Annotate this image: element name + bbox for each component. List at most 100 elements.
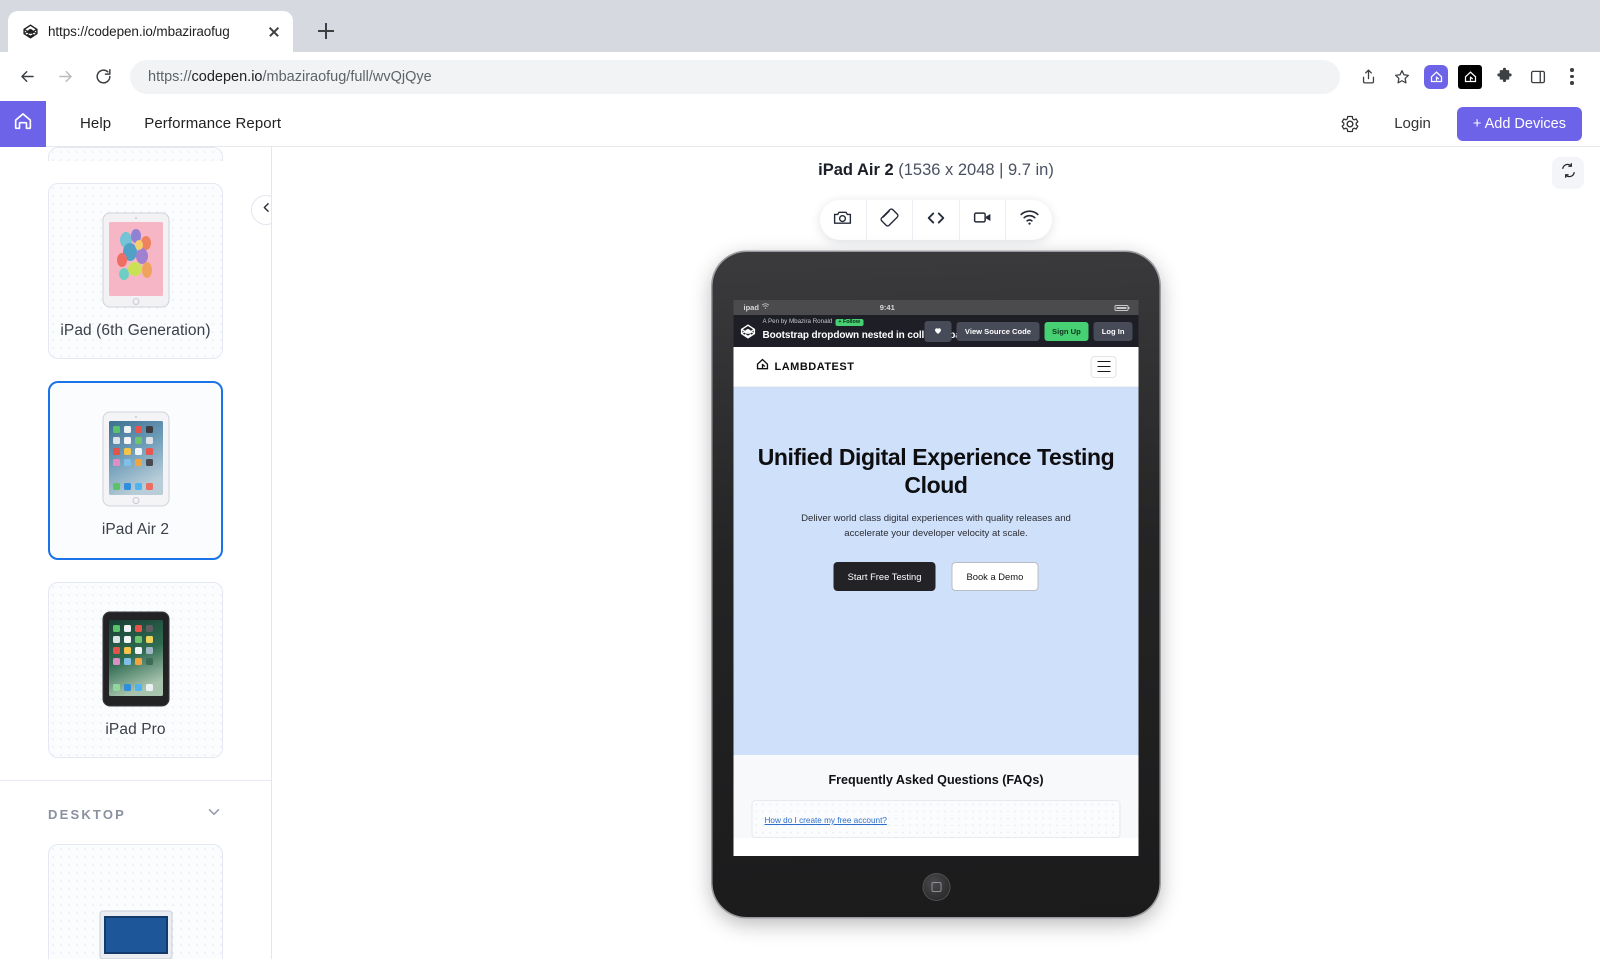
faq-question-link[interactable]: How do I create my free account? (765, 816, 887, 825)
network-button[interactable] (1006, 200, 1052, 240)
codepen-header: A Pen by Mbazira Ronald + Follow Bootstr… (733, 315, 1139, 347)
browser-tab[interactable]: https://codepen.io/mbaziraofug (8, 11, 293, 52)
follow-badge[interactable]: + Follow (835, 318, 864, 327)
puzzle-extension-icon[interactable] (1488, 61, 1520, 93)
faq-section: Frequently Asked Questions (FAQs) How do… (733, 755, 1139, 838)
reload-button[interactable] (86, 60, 120, 94)
close-icon[interactable] (265, 23, 283, 41)
view-source-button[interactable]: View Source Code (956, 321, 1040, 341)
hero-subtext: Deliver world class digital experiences … (801, 513, 1071, 539)
device-name: iPad Air 2 (101, 521, 170, 539)
site-navbar: LAMBDATEST (733, 347, 1139, 387)
rotate-icon (879, 207, 900, 233)
device-card-ipad-6th-generation[interactable]: iPad (6th Generation) (48, 183, 223, 360)
device-card-partial[interactable] (48, 147, 223, 161)
section-title: DESKTOP (48, 807, 127, 823)
lambdatest-icon (756, 357, 770, 376)
status-time: 9:41 (879, 303, 895, 312)
url-domain: codepen.io (191, 68, 263, 85)
status-battery (1114, 304, 1130, 311)
bookmark-star-icon[interactable] (1386, 61, 1418, 93)
codepen-icon (740, 323, 757, 340)
url-scheme: https:// (148, 68, 192, 85)
site-logo-text: LAMBDATEST (774, 360, 855, 373)
video-icon (972, 207, 993, 233)
ios-status-bar: ipad 9:41 (733, 300, 1139, 315)
heart-button[interactable] (924, 320, 952, 342)
lambdatest-extension-icon[interactable] (1420, 61, 1452, 93)
app-header: Help Performance Report Login + Add Devi… (0, 100, 1600, 147)
browser-chrome: https://codepen.io/mbaziraofug https://c… (0, 0, 1600, 101)
device-viewport[interactable]: ipad 9:41 A Pen by Mbazira Ronald + Foll… (733, 300, 1139, 856)
faq-heading: Frequently Asked Questions (FAQs) (828, 773, 1044, 787)
tab-title: https://codepen.io/mbaziraofug (48, 24, 230, 39)
hero-heading: Unified Digital Experience Testing Cloud (757, 444, 1115, 499)
back-button[interactable] (10, 60, 44, 94)
device-card-ipad-pro[interactable]: iPad Pro (48, 581, 223, 759)
devtools-button[interactable] (913, 200, 960, 240)
url-input[interactable]: https://codepen.io/mbaziraofug/full/wvQj… (130, 59, 1340, 94)
device-thumbnail (57, 599, 214, 707)
home-button[interactable] (0, 100, 46, 147)
device-title-spec: (1536 x 2048 | 9.7 in) (898, 161, 1054, 179)
codepen-pen-meta: A Pen by Mbazira Ronald + Follow Bootstr… (762, 318, 975, 343)
login-button[interactable]: Log In (1093, 321, 1133, 341)
home-icon (12, 110, 34, 137)
side-panel-icon[interactable] (1522, 61, 1554, 93)
status-carrier: ipad (743, 303, 759, 312)
nav-link-help[interactable]: Help (80, 115, 111, 132)
gear-icon[interactable] (1332, 106, 1368, 142)
device-thumbnail (57, 861, 214, 959)
header-right-actions: Login + Add Devices (1332, 106, 1600, 142)
device-thumbnail (58, 399, 213, 507)
codepen-byline-row: A Pen by Mbazira Ronald + Follow (762, 318, 919, 327)
wifi-icon (1019, 207, 1040, 233)
home-square-icon (931, 882, 941, 892)
device-sidebar: iPad (6th Generation) iPad Air 2 iPad Pr… (0, 147, 272, 959)
hero-section: Unified Digital Experience Testing Cloud… (733, 387, 1139, 755)
battery-icon (1114, 304, 1130, 311)
refresh-sync-icon (1560, 162, 1577, 184)
faq-item[interactable]: How do I create my free account? (751, 800, 1121, 838)
hamburger-icon[interactable] (1090, 355, 1117, 378)
rotate-button[interactable] (867, 200, 914, 240)
device-name: iPad Pro (105, 720, 166, 738)
browser-actions (1352, 61, 1588, 93)
device-thumbnail (57, 200, 214, 308)
address-bar: https://codepen.io/mbaziraofug/full/wvQj… (0, 52, 1600, 101)
workspace: iPad (6th Generation) iPad Air 2 iPad Pr… (0, 147, 1600, 959)
sidebar-section-desktop[interactable]: DESKTOP (0, 780, 271, 844)
sidebar-scroll-area[interactable]: iPad (6th Generation) iPad Air 2 iPad Pr… (0, 147, 271, 959)
lambdatest-dark-extension-icon[interactable] (1454, 61, 1486, 93)
start-free-testing-button[interactable]: Start Free Testing (833, 561, 936, 591)
device-stage: iPad Air 2 (1536 x 2048 | 9.7 in) ipad 9… (272, 147, 1600, 959)
device-card-ipad-air-2[interactable]: iPad Air 2 (48, 381, 223, 560)
refresh-session-button[interactable] (1552, 157, 1584, 189)
site-logo[interactable]: LAMBDATEST (756, 357, 855, 376)
wifi-icon (762, 303, 770, 312)
forward-button[interactable] (48, 60, 82, 94)
chevron-left-icon (260, 201, 272, 219)
device-home-button[interactable] (922, 873, 950, 901)
hero-cta-group: Start Free Testing Book a Demo (756, 561, 1117, 591)
codepen-icon (22, 23, 39, 40)
kebab-menu-icon[interactable] (1556, 61, 1588, 93)
login-link[interactable]: Login (1394, 115, 1431, 132)
signup-button[interactable]: Sign Up (1044, 321, 1089, 341)
book-a-demo-button[interactable]: Book a Demo (951, 561, 1039, 591)
codepen-byline: A Pen by Mbazira Ronald (762, 318, 833, 326)
device-frame-ipad-air-2: ipad 9:41 A Pen by Mbazira Ronald + Foll… (712, 252, 1160, 917)
record-button[interactable] (960, 200, 1007, 240)
url-path: /mbaziraofug/full/wvQjQye (262, 68, 432, 85)
device-card-desktop[interactable] (48, 844, 223, 959)
device-toolbar (820, 200, 1052, 240)
add-devices-button[interactable]: + Add Devices (1456, 106, 1582, 141)
screenshot-button[interactable] (820, 200, 867, 240)
device-name: iPad (6th Generation) (60, 322, 211, 339)
heart-icon (934, 326, 943, 337)
share-icon[interactable] (1352, 61, 1384, 93)
nav-link-performance-report[interactable]: Performance Report (144, 115, 281, 132)
codepen-actions: View Source Code Sign Up Log In (924, 320, 1133, 342)
new-tab-button[interactable] (309, 14, 343, 48)
code-icon (925, 207, 947, 234)
